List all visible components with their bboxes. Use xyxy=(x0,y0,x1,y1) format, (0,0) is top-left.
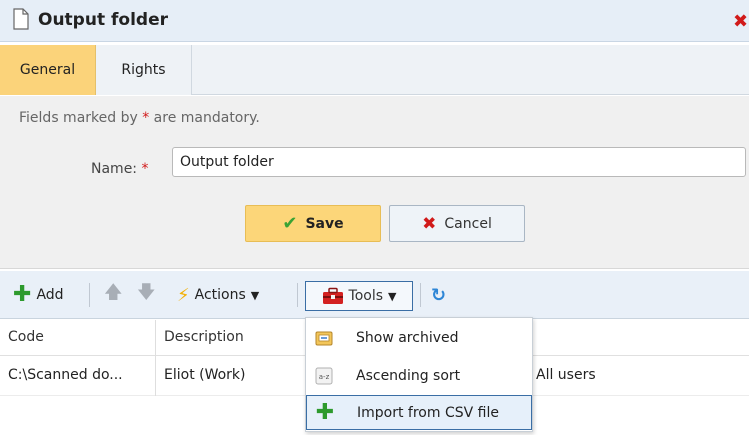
column-divider xyxy=(155,356,156,396)
caret-down-icon: ▼ xyxy=(388,289,397,303)
cell-owner: All users xyxy=(536,367,596,383)
plus-icon: ✚ xyxy=(315,399,335,425)
dialog-titlebar: Output folder ✖ xyxy=(0,0,749,42)
sort-az-icon: a-z xyxy=(314,366,334,386)
toolbox-icon xyxy=(322,287,343,304)
document-icon xyxy=(13,8,29,30)
lightning-icon: ⚡ xyxy=(177,284,190,306)
mandatory-note: Fields marked by * are mandatory. xyxy=(19,110,260,126)
menu-item-ascending-sort[interactable]: a-z Ascending sort xyxy=(306,358,532,394)
column-header-code[interactable]: Code xyxy=(8,329,44,345)
column-header-description[interactable]: Description xyxy=(164,329,244,345)
move-up-button[interactable]: 🡅 xyxy=(104,282,123,307)
toolbar-divider xyxy=(297,283,298,307)
tab-rights[interactable]: Rights xyxy=(96,45,192,95)
form-panel: Fields marked by * are mandatory. Name: … xyxy=(0,96,749,269)
save-button[interactable]: ✔ Save xyxy=(245,205,381,242)
close-icon: ✖ xyxy=(422,213,437,234)
menu-item-show-archived[interactable]: Show archived xyxy=(306,320,532,356)
tab-bar: General Rights xyxy=(0,45,749,95)
close-icon[interactable]: ✖ xyxy=(733,11,748,32)
refresh-icon: ↻ xyxy=(431,284,447,306)
cell-description: Eliot (Work) xyxy=(164,367,246,383)
grid-toolbar: ✚ Add 🡅 🡇 ⚡ Actions ▼ Tools ▼ ↻ xyxy=(0,271,749,319)
move-down-button[interactable]: 🡇 xyxy=(137,282,156,307)
actions-button[interactable]: ⚡ Actions ▼ xyxy=(177,283,259,307)
checkmark-icon: ✔ xyxy=(282,213,298,234)
name-field[interactable] xyxy=(172,147,746,177)
name-label: Name: * xyxy=(91,161,149,177)
tab-general[interactable]: General xyxy=(0,45,96,95)
tools-button[interactable]: Tools ▼ xyxy=(305,281,413,311)
refresh-button[interactable]: ↻ xyxy=(431,283,446,307)
cancel-button[interactable]: ✖ Cancel xyxy=(389,205,525,242)
arrow-up-icon: 🡅 xyxy=(104,282,123,303)
svg-text:a-z: a-z xyxy=(319,373,330,381)
caret-down-icon: ▼ xyxy=(250,288,260,302)
column-divider xyxy=(155,320,156,356)
archive-icon xyxy=(314,328,334,348)
toolbar-divider xyxy=(420,283,421,307)
plus-icon: ✚ xyxy=(13,282,32,307)
toolbar-divider xyxy=(89,283,90,307)
dialog-title: Output folder xyxy=(38,10,168,30)
menu-item-import-csv[interactable]: ✚ Import from CSV file xyxy=(306,395,532,430)
add-button[interactable]: ✚ Add xyxy=(13,283,64,307)
arrow-down-icon: 🡇 xyxy=(137,282,156,303)
cell-code: C:\Scanned do... xyxy=(8,367,123,383)
tools-menu: Show archived a-z Ascending sort ✚ Impor… xyxy=(305,317,533,432)
